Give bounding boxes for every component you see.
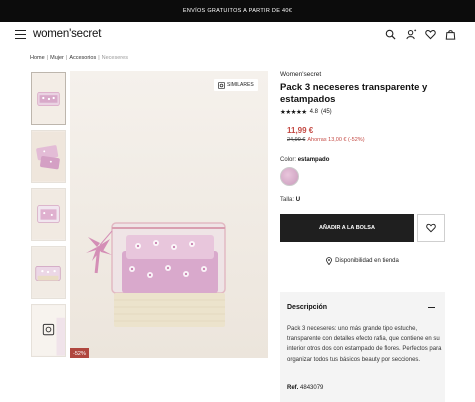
location-pin-icon	[326, 257, 333, 265]
collapse-icon[interactable]	[428, 307, 435, 309]
heart-icon[interactable]	[425, 29, 436, 40]
product-rating[interactable]: ★★★★★ 4.8 (45)	[280, 108, 332, 116]
breadcrumb-home[interactable]: Home	[30, 55, 45, 61]
discount-badge: -52%	[70, 348, 89, 358]
color-label: Color: estampado	[280, 157, 329, 163]
store-availability-link[interactable]: Disponibilidad en tienda	[280, 257, 445, 265]
product-info: Women'secret Pack 3 neceseres transparen…	[280, 71, 445, 265]
size-label: Talla: U	[280, 197, 300, 203]
ref-value: 4843079	[300, 385, 324, 391]
current-price: 11,99 €	[287, 126, 314, 135]
wishlist-button[interactable]	[417, 214, 445, 242]
breadcrumb-separator: |	[46, 55, 49, 61]
menu-icon[interactable]	[15, 30, 26, 39]
size-value: U	[295, 197, 301, 203]
color-swatch-estampado[interactable]	[280, 167, 299, 186]
size-label-text: Talla:	[280, 197, 295, 203]
main-product-image[interactable]: SIMILARES -52%	[70, 71, 268, 358]
account-icon[interactable]	[406, 29, 417, 40]
similares-button[interactable]: SIMILARES	[214, 79, 258, 91]
thumbnail-2[interactable]	[31, 130, 66, 183]
breadcrumb: Home | Mujer | Accesorios | Neceseres	[30, 55, 128, 61]
availability-text: Disponibilidad en tienda	[335, 258, 399, 264]
description-panel: Descripción Pack 3 neceseres: uno más gr…	[280, 292, 445, 402]
promo-bar: ENVÍOS GRATUITOS A PARTIR DE 40€	[0, 0, 475, 22]
breadcrumb-accesorios[interactable]: Accesorios	[69, 55, 96, 61]
product-photo	[70, 71, 268, 358]
product-reference: Ref. 4843079	[287, 385, 323, 391]
price-comparison: 24,99 € Ahorras 13,00 € (-52%)	[287, 137, 365, 143]
brand-logo[interactable]: women'secret	[33, 28, 101, 40]
thumbnail-1[interactable]	[31, 72, 66, 125]
heart-icon	[426, 223, 436, 233]
rating-value: 4.8	[309, 109, 318, 115]
promo-text: ENVÍOS GRATUITOS A PARTIR DE 40€	[182, 8, 293, 14]
breadcrumb-neceseres: Neceseres	[101, 55, 128, 61]
rating-stars: ★★★★★	[280, 109, 307, 116]
color-value: estampado	[297, 157, 330, 163]
savings-text: Ahorras 13,00 € (-52%)	[307, 137, 365, 143]
search-icon[interactable]	[385, 29, 396, 40]
bag-icon[interactable]	[445, 29, 456, 40]
product-title: Pack 3 neceseres transparente y estampad…	[280, 82, 428, 105]
description-text: Pack 3 neceseres: uno más grande tipo es…	[287, 326, 442, 363]
product-brand: Women'secret	[280, 71, 322, 78]
breadcrumb-mujer[interactable]: Mujer	[50, 55, 64, 61]
thumbnail-4[interactable]	[31, 246, 66, 299]
breadcrumb-separator: |	[65, 55, 68, 61]
color-label-text: Color:	[280, 157, 297, 163]
add-to-bag-button[interactable]: AÑADIR A LA BOLSA	[280, 214, 414, 242]
review-count: (45)	[320, 109, 332, 115]
old-price: 24,99 €	[287, 137, 306, 143]
thumbnail-5[interactable]	[31, 304, 66, 357]
site-header: women'secret	[0, 22, 475, 48]
description-heading[interactable]: Descripción	[287, 304, 327, 311]
ref-label: Ref.	[287, 385, 299, 391]
similares-label: SIMILARES	[227, 82, 254, 88]
thumbnail-3[interactable]	[31, 188, 66, 241]
camera-search-icon	[218, 81, 225, 89]
breadcrumb-separator: |	[98, 55, 100, 61]
